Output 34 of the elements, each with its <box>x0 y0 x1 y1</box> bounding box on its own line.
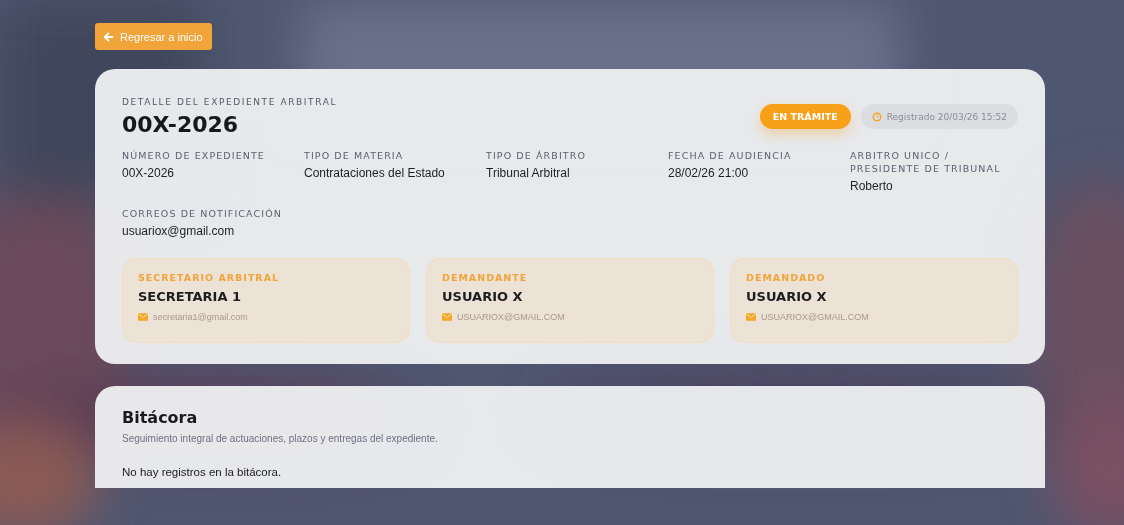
clock-icon <box>871 111 882 122</box>
party-role: SECRETARIO ARBITRAL <box>138 272 281 283</box>
field-label: FECHA DE AUDIENCIA <box>668 149 793 162</box>
party-name: SECRETARIA 1 <box>138 289 243 304</box>
envelope-icon <box>746 313 756 321</box>
party-name: USUARIO X <box>746 289 828 304</box>
back-button[interactable]: Regresar a inicio <box>95 23 212 50</box>
party-email: USUARIOX@GMAIL.COM <box>457 312 565 322</box>
log-subtitle: Seguimiento integral de actuaciones, plazos y entregas del expediente. <box>122 433 439 444</box>
field-value: Roberto <box>850 179 894 193</box>
field-value: 00X-2026 <box>122 166 176 180</box>
field-value: usuariox@gmail.com <box>122 224 236 238</box>
party-role: DEMANDADO <box>746 272 827 283</box>
field-value: 28/02/26 21:00 <box>668 166 750 180</box>
field-label: TIPO DE MATERIA <box>304 149 405 162</box>
envelope-icon <box>138 313 148 321</box>
field-value: Contrataciones del Estado <box>304 166 446 180</box>
arrow-left-icon <box>104 31 114 42</box>
log-title: Bitácora <box>122 408 199 427</box>
field-label: ARBITRO UNICO / PRESIDENTE DE TRIBUNAL <box>850 149 1002 175</box>
field-value: Tribunal Arbitral <box>486 166 571 180</box>
field-label: CORREOS DE NOTIFICACIÓN <box>122 207 283 220</box>
section-label: DETALLE DEL EXPEDIENTE ARBITRAL <box>122 97 338 107</box>
field-label: NÚMERO DE EXPEDIENTE <box>122 149 266 162</box>
party-name: USUARIO X <box>442 289 524 304</box>
field-label: TIPO DE ÁRBITRO <box>486 149 587 162</box>
registered-badge: Registrado 20/03/26 15:52 <box>860 104 1018 129</box>
party-email: secretaria1@gmail.com <box>153 312 248 322</box>
case-title: 00X-2026 <box>122 112 240 137</box>
envelope-icon <box>442 313 452 321</box>
empty-message: No hay registros en la bitácora. <box>122 466 283 478</box>
party-role: DEMANDANTE <box>442 272 529 283</box>
status-badge: EN TRÁMITE <box>759 104 851 129</box>
party-email: USUARIOX@GMAIL.COM <box>761 312 869 322</box>
